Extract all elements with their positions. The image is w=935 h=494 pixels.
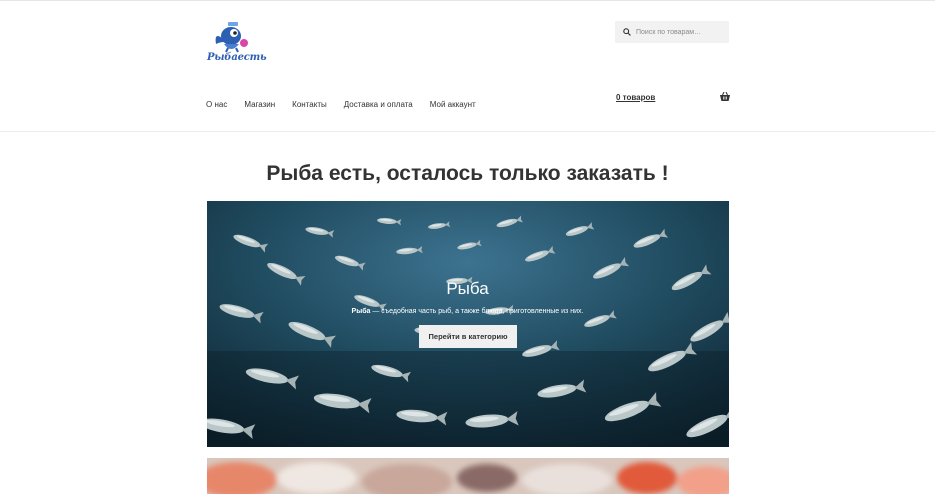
search-input[interactable] xyxy=(634,27,729,37)
primary-nav: О нас Магазин Контакты Доставка и оплата… xyxy=(206,100,493,109)
hero-description: Рыба — съедобная часть рыб, а также блюд… xyxy=(0,308,935,315)
hero-description-bold: Рыба xyxy=(351,308,371,315)
product-search xyxy=(615,21,729,43)
cart-count[interactable]: 0 товаров xyxy=(616,93,655,102)
nav-item-delivery[interactable]: Доставка и оплата xyxy=(344,100,413,109)
search-icon xyxy=(623,28,631,36)
hero-banner-seafood xyxy=(207,458,729,494)
fish-school-image xyxy=(207,201,729,447)
nav-item-shop[interactable]: Магазин xyxy=(244,100,275,109)
basket-icon[interactable] xyxy=(720,92,730,101)
nav-item-contacts[interactable]: Контакты xyxy=(292,100,327,109)
logo-text: Рыбаесть xyxy=(207,52,267,63)
top-border xyxy=(0,0,935,1)
hero-banner-fish xyxy=(207,201,729,447)
seafood-image xyxy=(207,458,729,494)
go-to-category-button[interactable]: Перейти в категорию xyxy=(419,325,517,348)
page-headline: Рыба есть, осталось только заказать ! xyxy=(266,162,669,185)
nav-item-account[interactable]: Мой аккаунт xyxy=(430,100,476,109)
nav-item-about[interactable]: О нас xyxy=(206,100,227,109)
hero-description-text: — съедобная часть рыб, а также блюда, пр… xyxy=(370,308,584,315)
hero-title: Рыба xyxy=(446,279,489,298)
header-divider xyxy=(0,131,935,132)
